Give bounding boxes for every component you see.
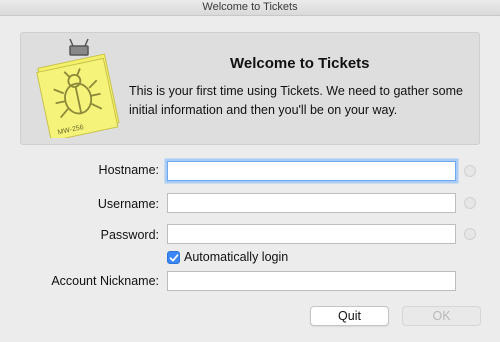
username-field[interactable]	[167, 193, 456, 213]
auto-login-checkbox[interactable]	[167, 251, 180, 264]
auto-login-label[interactable]: Automatically login	[184, 250, 288, 264]
username-input[interactable]	[168, 194, 455, 212]
hostname-field[interactable]	[167, 161, 456, 181]
account-nickname-field[interactable]	[167, 271, 456, 291]
account-nickname-label: Account Nickname:	[51, 274, 159, 288]
password-label: Password:	[100, 228, 159, 242]
hostname-status-indicator	[464, 165, 476, 177]
ok-button[interactable]: OK	[402, 306, 481, 326]
password-status-indicator	[464, 228, 476, 240]
username-label: Username:	[97, 197, 159, 211]
hostname-label: Hostname:	[98, 163, 159, 177]
ticket-note-bug-icon: MW-256	[36, 38, 120, 138]
username-status-indicator	[464, 197, 476, 209]
welcome-title: Welcome to Tickets	[230, 55, 370, 72]
hostname-input[interactable]	[168, 162, 455, 180]
window-titlebar: Welcome to Tickets	[0, 0, 500, 16]
welcome-description: This is your first time using Tickets. W…	[129, 84, 463, 117]
password-input[interactable]	[168, 225, 455, 243]
checkmark-icon	[169, 254, 179, 262]
window-title: Welcome to Tickets	[202, 1, 298, 13]
account-nickname-input[interactable]	[168, 272, 455, 290]
password-field[interactable]	[167, 224, 456, 244]
quit-button[interactable]: Quit	[310, 306, 389, 326]
